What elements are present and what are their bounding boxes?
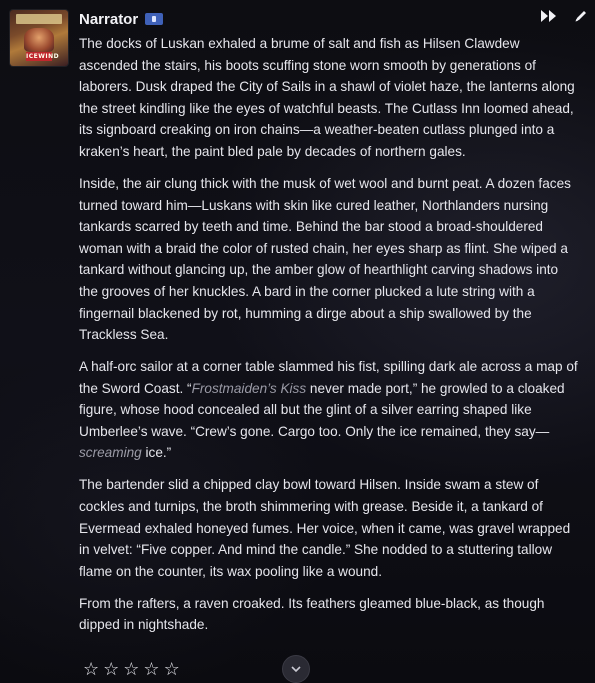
star-icon[interactable]: ☆ [103,660,119,680]
paragraph-text: From the rafters, a raven croaked. Its f… [79,595,545,633]
paragraph-text: Inside, the air clung thick with the mus… [79,175,571,343]
avatar-banner [16,14,62,24]
pencil-icon[interactable] [573,8,589,24]
chevron-down-icon [291,665,301,672]
story-paragraph: Inside, the air clung thick with the mus… [79,173,579,346]
avatar-figure [24,28,54,52]
emphasized-text: Frostmaiden’s Kiss [191,380,307,396]
story-paragraph: The bartender slid a chipped clay bowl t… [79,474,579,582]
paragraph-text: The docks of Luskan exhaled a brume of s… [79,36,575,159]
story-paragraph: From the rafters, a raven croaked. Its f… [79,593,579,636]
story-paragraph: The docks of Luskan exhaled a brume of s… [79,33,579,163]
message-header: Narrator [79,8,164,30]
story-paragraph: A half-orc sailor at a corner table slam… [79,356,579,464]
star-icon[interactable]: ☆ [83,660,99,680]
paragraph-text: ice.” [141,445,172,461]
fast-forward-icon[interactable] [541,8,557,24]
emphasized-text: screaming [79,445,142,461]
star-icon[interactable]: ☆ [123,660,139,680]
author-name[interactable]: Narrator [79,11,138,28]
star-rating: ☆ ☆ ☆ ☆ ☆ [83,660,180,680]
message-text: The docks of Luskan exhaled a brume of s… [79,33,579,646]
message-toolbar [541,8,589,24]
star-icon[interactable]: ☆ [164,660,180,680]
narrator-badge-icon [145,13,164,25]
paragraph-text: The bartender slid a chipped clay bowl t… [79,477,571,579]
avatar[interactable]: ICEWIND [10,10,68,66]
scroll-down-button[interactable] [282,655,310,683]
chat-message: ICEWIND Narrator The docks of Luskan exh… [0,0,595,683]
star-icon[interactable]: ☆ [143,660,159,680]
avatar-sign: ICEWIND [26,52,60,61]
